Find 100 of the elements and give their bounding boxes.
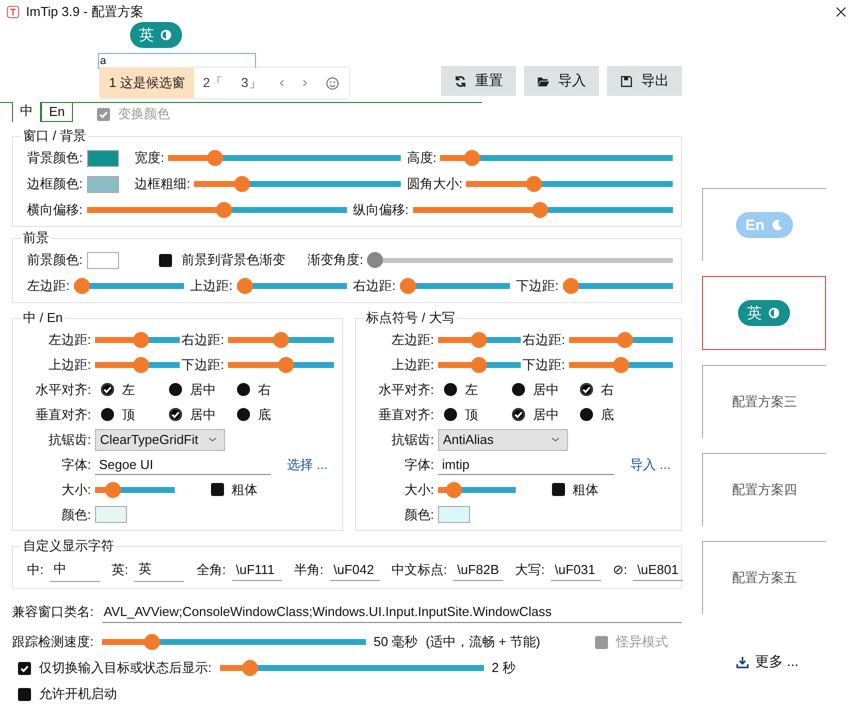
- slider-thumb[interactable]: [562, 278, 579, 294]
- contrast-icon: [159, 28, 173, 42]
- text-field[interactable]: \uE801: [633, 560, 684, 580]
- slider-thumb[interactable]: [234, 176, 250, 192]
- slider-thumb[interactable]: [446, 482, 462, 498]
- slider-thumb[interactable]: [278, 356, 294, 372]
- setting-label: 垂直对齐:: [377, 406, 434, 424]
- setting-label: 上边距:: [190, 277, 233, 295]
- text-field[interactable]: AVL_AVView;ConsoleWindowClass;Windows.UI.Input.InputSite.WindowClass: [102, 602, 682, 622]
- badge-text: 英: [747, 304, 762, 322]
- slider-thumb[interactable]: [144, 634, 160, 650]
- dropdown-value: ClearTypeGridFit: [100, 432, 198, 447]
- color-swatch[interactable]: [86, 150, 119, 166]
- slider-thumb[interactable]: [526, 176, 542, 192]
- candidate[interactable]: 2「: [194, 68, 232, 98]
- slider-thumb[interactable]: [216, 202, 232, 218]
- dropdown-value: AntiAlias: [443, 432, 494, 447]
- slider-thumb[interactable]: [613, 356, 630, 372]
- radio-button[interactable]: [444, 408, 457, 421]
- radio-button[interactable]: [580, 408, 593, 421]
- candidate[interactable]: 3」: [232, 68, 270, 98]
- slider-thumb[interactable]: [132, 356, 149, 372]
- radio-button[interactable]: [101, 408, 114, 421]
- radio-button[interactable]: [444, 383, 457, 396]
- setting-label: 横向偏移:: [27, 201, 83, 219]
- slider-thumb[interactable]: [471, 356, 488, 372]
- slider-thumb[interactable]: [464, 150, 480, 166]
- slider-thumb[interactable]: [132, 332, 149, 348]
- next-page-button[interactable]: ›: [293, 68, 316, 98]
- radio-button[interactable]: [580, 383, 593, 396]
- color-swatch[interactable]: [86, 252, 119, 268]
- text-field[interactable]: \uF042: [330, 560, 380, 580]
- group-title: 自定义显示字符: [22, 537, 115, 555]
- radio-button[interactable]: [169, 383, 182, 396]
- setting-label: 左边距:: [47, 330, 91, 348]
- field-label: 全角:: [196, 561, 226, 579]
- slider-thumb[interactable]: [273, 332, 290, 348]
- radio-label: 居中: [190, 406, 216, 424]
- color-swatch[interactable]: [95, 506, 127, 523]
- prev-page-button[interactable]: ‹: [270, 68, 294, 98]
- group-title: 窗口 / 背景: [22, 127, 87, 145]
- link[interactable]: 选择 ...: [287, 456, 328, 474]
- setting-label: 右边距:: [353, 277, 396, 295]
- scheme-card[interactable]: 配置方案五: [702, 541, 826, 614]
- field-label: 英:: [112, 561, 128, 579]
- badge-text: En: [745, 216, 765, 234]
- checkbox-label: 粗体: [232, 480, 258, 498]
- text-field[interactable]: 英: [134, 558, 184, 582]
- toolbar-button[interactable]: 导入: [524, 66, 599, 96]
- text-field[interactable]: \uF031: [550, 560, 601, 580]
- refresh-icon: [454, 74, 467, 88]
- slider-thumb[interactable]: [400, 278, 416, 294]
- setting-label: 右边距:: [182, 330, 224, 348]
- color-swatch[interactable]: [86, 176, 119, 192]
- text-field[interactable]: \uF82B: [453, 560, 504, 580]
- toolbar-button[interactable]: 重置: [441, 66, 516, 96]
- slider-thumb[interactable]: [471, 332, 488, 348]
- checkbox[interactable]: [158, 254, 172, 266]
- checkbox[interactable]: [18, 688, 31, 700]
- checkbox-label: 允许开机启动: [39, 685, 117, 703]
- setting-label: 右边距:: [522, 330, 566, 348]
- radio-button[interactable]: [169, 408, 182, 421]
- text-field[interactable]: 中: [50, 558, 100, 582]
- link[interactable]: 导入 ...: [630, 456, 670, 474]
- checkbox[interactable]: [552, 483, 564, 496]
- checkbox[interactable]: [18, 662, 31, 674]
- candidate[interactable]: 1 这是候选窗: [100, 68, 194, 98]
- setting-label: 下边距:: [516, 277, 559, 295]
- slider-thumb[interactable]: [236, 278, 253, 294]
- slider-thumb[interactable]: [207, 150, 224, 166]
- radio-button[interactable]: [237, 383, 250, 396]
- radio-label: 居中: [533, 406, 559, 424]
- dropdown[interactable]: AntiAlias: [438, 428, 568, 450]
- tab[interactable]: 中: [12, 102, 41, 122]
- scheme-card[interactable]: 配置方案四: [702, 453, 826, 526]
- slider-thumb[interactable]: [532, 202, 548, 218]
- tab[interactable]: En: [41, 102, 73, 122]
- text-field[interactable]: Segoe UI: [95, 454, 271, 474]
- dropdown[interactable]: ClearTypeGridFit: [95, 428, 225, 450]
- setting-label: 上边距:: [47, 356, 91, 374]
- group-title: 前景: [22, 229, 50, 247]
- color-swatch[interactable]: [438, 506, 470, 523]
- slider-thumb[interactable]: [105, 482, 122, 498]
- text-field[interactable]: imtip: [438, 454, 614, 474]
- scheme-card[interactable]: 英: [702, 276, 826, 350]
- toolbar-button[interactable]: 导出: [607, 66, 682, 96]
- radio-button[interactable]: [237, 408, 250, 421]
- more-link[interactable]: 更多 ...: [736, 653, 826, 671]
- radio-button[interactable]: [101, 383, 114, 396]
- slider-thumb[interactable]: [74, 278, 90, 294]
- radio-label: 居中: [190, 380, 216, 398]
- text-field[interactable]: \uF111: [232, 560, 282, 580]
- scheme-card[interactable]: 配置方案三: [702, 365, 826, 438]
- setting-label: 下边距:: [522, 356, 566, 374]
- checkbox[interactable]: [210, 483, 224, 496]
- slider-thumb[interactable]: [242, 660, 258, 676]
- slider-thumb[interactable]: [617, 332, 634, 348]
- radio-button[interactable]: [512, 383, 525, 396]
- checkbox-label: 仅切换输入目标或状态后显示:: [39, 659, 212, 677]
- radio-button[interactable]: [512, 408, 525, 421]
